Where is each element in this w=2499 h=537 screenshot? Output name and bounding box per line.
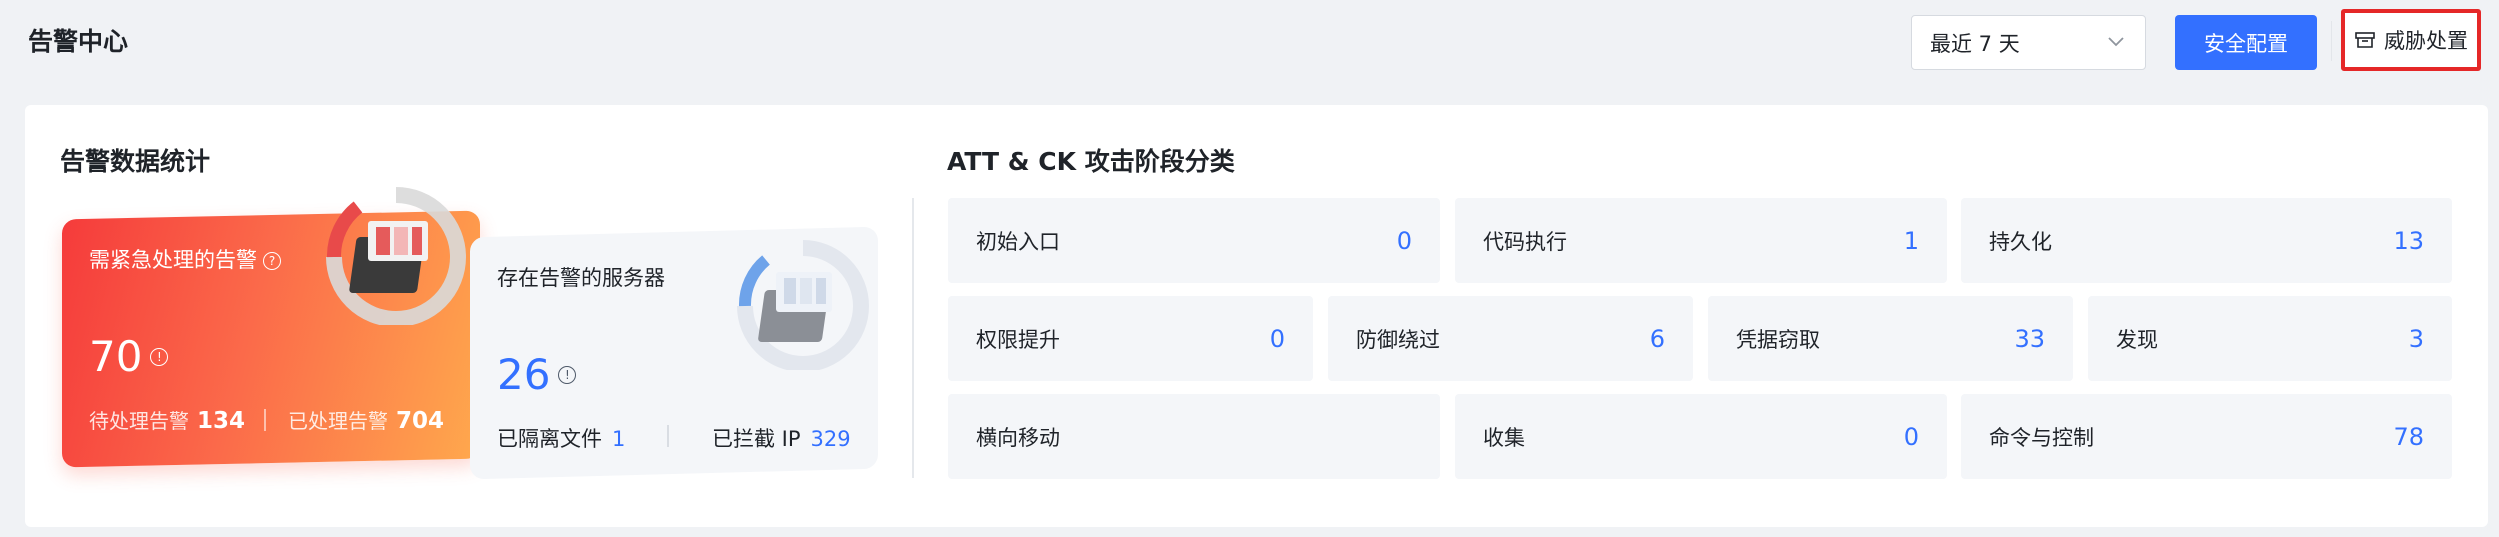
attck-section-title: ATT & CK 攻击阶段分类 — [947, 147, 1235, 176]
chevron-down-icon — [2108, 37, 2124, 47]
tile-value: 78 — [2393, 422, 2424, 451]
attck-tile-privilege-escalation[interactable]: 权限提升 0 — [948, 296, 1313, 381]
isolated-label: 已隔离文件 — [497, 427, 602, 451]
tile-value: 6 — [1649, 324, 1665, 353]
question-circle-icon[interactable]: ? — [263, 252, 281, 270]
urgent-count: 70! — [89, 332, 169, 381]
servers-count-value: 26 — [497, 350, 551, 399]
attck-tile-collection[interactable]: 收集 0 — [1455, 394, 1947, 479]
attck-tile-defense-evasion[interactable]: 防御绕过 6 — [1328, 296, 1693, 381]
attck-tile-command-and-control[interactable]: 命令与控制 78 — [1961, 394, 2452, 479]
blocked-value: 329 — [810, 427, 851, 451]
tile-label: 发现 — [2116, 327, 2158, 352]
tile-value: 33 — [2014, 324, 2045, 353]
threat-handling-label: 威胁处置 — [2384, 29, 2468, 53]
blocked-label: 已拦截 IP — [712, 427, 801, 451]
attck-tile-persistence[interactable]: 持久化 13 — [1961, 198, 2452, 283]
servers-sub-divider — [667, 425, 669, 447]
tile-label: 初始入口 — [976, 229, 1060, 254]
blocked-ips[interactable]: 已拦截 IP 329 — [712, 423, 851, 453]
time-range-select[interactable]: 最近 7 天 — [1911, 15, 2146, 70]
urgent-card-content: 需紧急处理的告警? 70! 待处理告警 134 已处理告警 704 — [64, 0, 464, 434]
info-circle-icon[interactable]: ! — [558, 366, 577, 384]
tile-value: 13 — [2393, 226, 2424, 255]
isolated-value: 1 — [612, 427, 626, 451]
time-range-value: 最近 7 天 — [1930, 31, 2020, 56]
tile-value: 0 — [1903, 422, 1919, 451]
section-divider — [912, 198, 914, 478]
urgent-sub-divider — [264, 409, 266, 431]
urgent-card-title: 需紧急处理的告警? — [89, 244, 281, 274]
pending-alerts[interactable]: 待处理告警 134 — [89, 405, 245, 434]
servers-card-title: 存在告警的服务器 — [497, 266, 665, 290]
tile-label: 防御绕过 — [1356, 327, 1440, 352]
isolated-files[interactable]: 已隔离文件 1 — [497, 423, 625, 453]
handled-value: 704 — [396, 408, 445, 434]
info-circle-icon[interactable]: ! — [150, 348, 169, 366]
urgent-count-value: 70 — [89, 332, 143, 381]
attck-tile-credential-access[interactable]: 凭据窃取 33 — [1708, 296, 2073, 381]
urgent-title-text: 需紧急处理的告警 — [89, 248, 257, 272]
tile-label: 持久化 — [1989, 229, 2052, 254]
handled-label: 已处理告警 — [288, 409, 388, 433]
tile-value: 1 — [1903, 226, 1919, 255]
servers-count: 26! — [497, 350, 577, 399]
tile-label: 命令与控制 — [1989, 425, 2094, 450]
tile-label: 代码执行 — [1483, 229, 1567, 254]
threat-handling-button[interactable]: 威胁处置 — [2331, 9, 2481, 71]
archive-box-icon — [2355, 32, 2375, 48]
tile-label: 收集 — [1483, 425, 1525, 450]
tile-value: 0 — [1396, 226, 1412, 255]
tile-value: 0 — [1269, 324, 1285, 353]
security-config-button[interactable]: 安全配置 — [2175, 15, 2317, 70]
server-box-illustration-icon — [737, 240, 869, 370]
tile-label: 凭据窃取 — [1736, 327, 1820, 352]
pending-label: 待处理告警 — [89, 409, 189, 433]
tile-value: 3 — [2408, 324, 2424, 353]
pending-value: 134 — [197, 408, 246, 434]
attck-tile-initial-access[interactable]: 初始入口 0 — [948, 198, 1440, 283]
tile-label: 横向移动 — [976, 425, 1060, 450]
handled-alerts[interactable]: 已处理告警 704 — [288, 405, 444, 434]
attck-tile-discovery[interactable]: 发现 3 — [2088, 296, 2452, 381]
tile-label: 权限提升 — [976, 327, 1060, 352]
attck-tile-lateral-movement[interactable]: 横向移动 — [948, 394, 1440, 479]
attck-tile-execution[interactable]: 代码执行 1 — [1455, 198, 1947, 283]
